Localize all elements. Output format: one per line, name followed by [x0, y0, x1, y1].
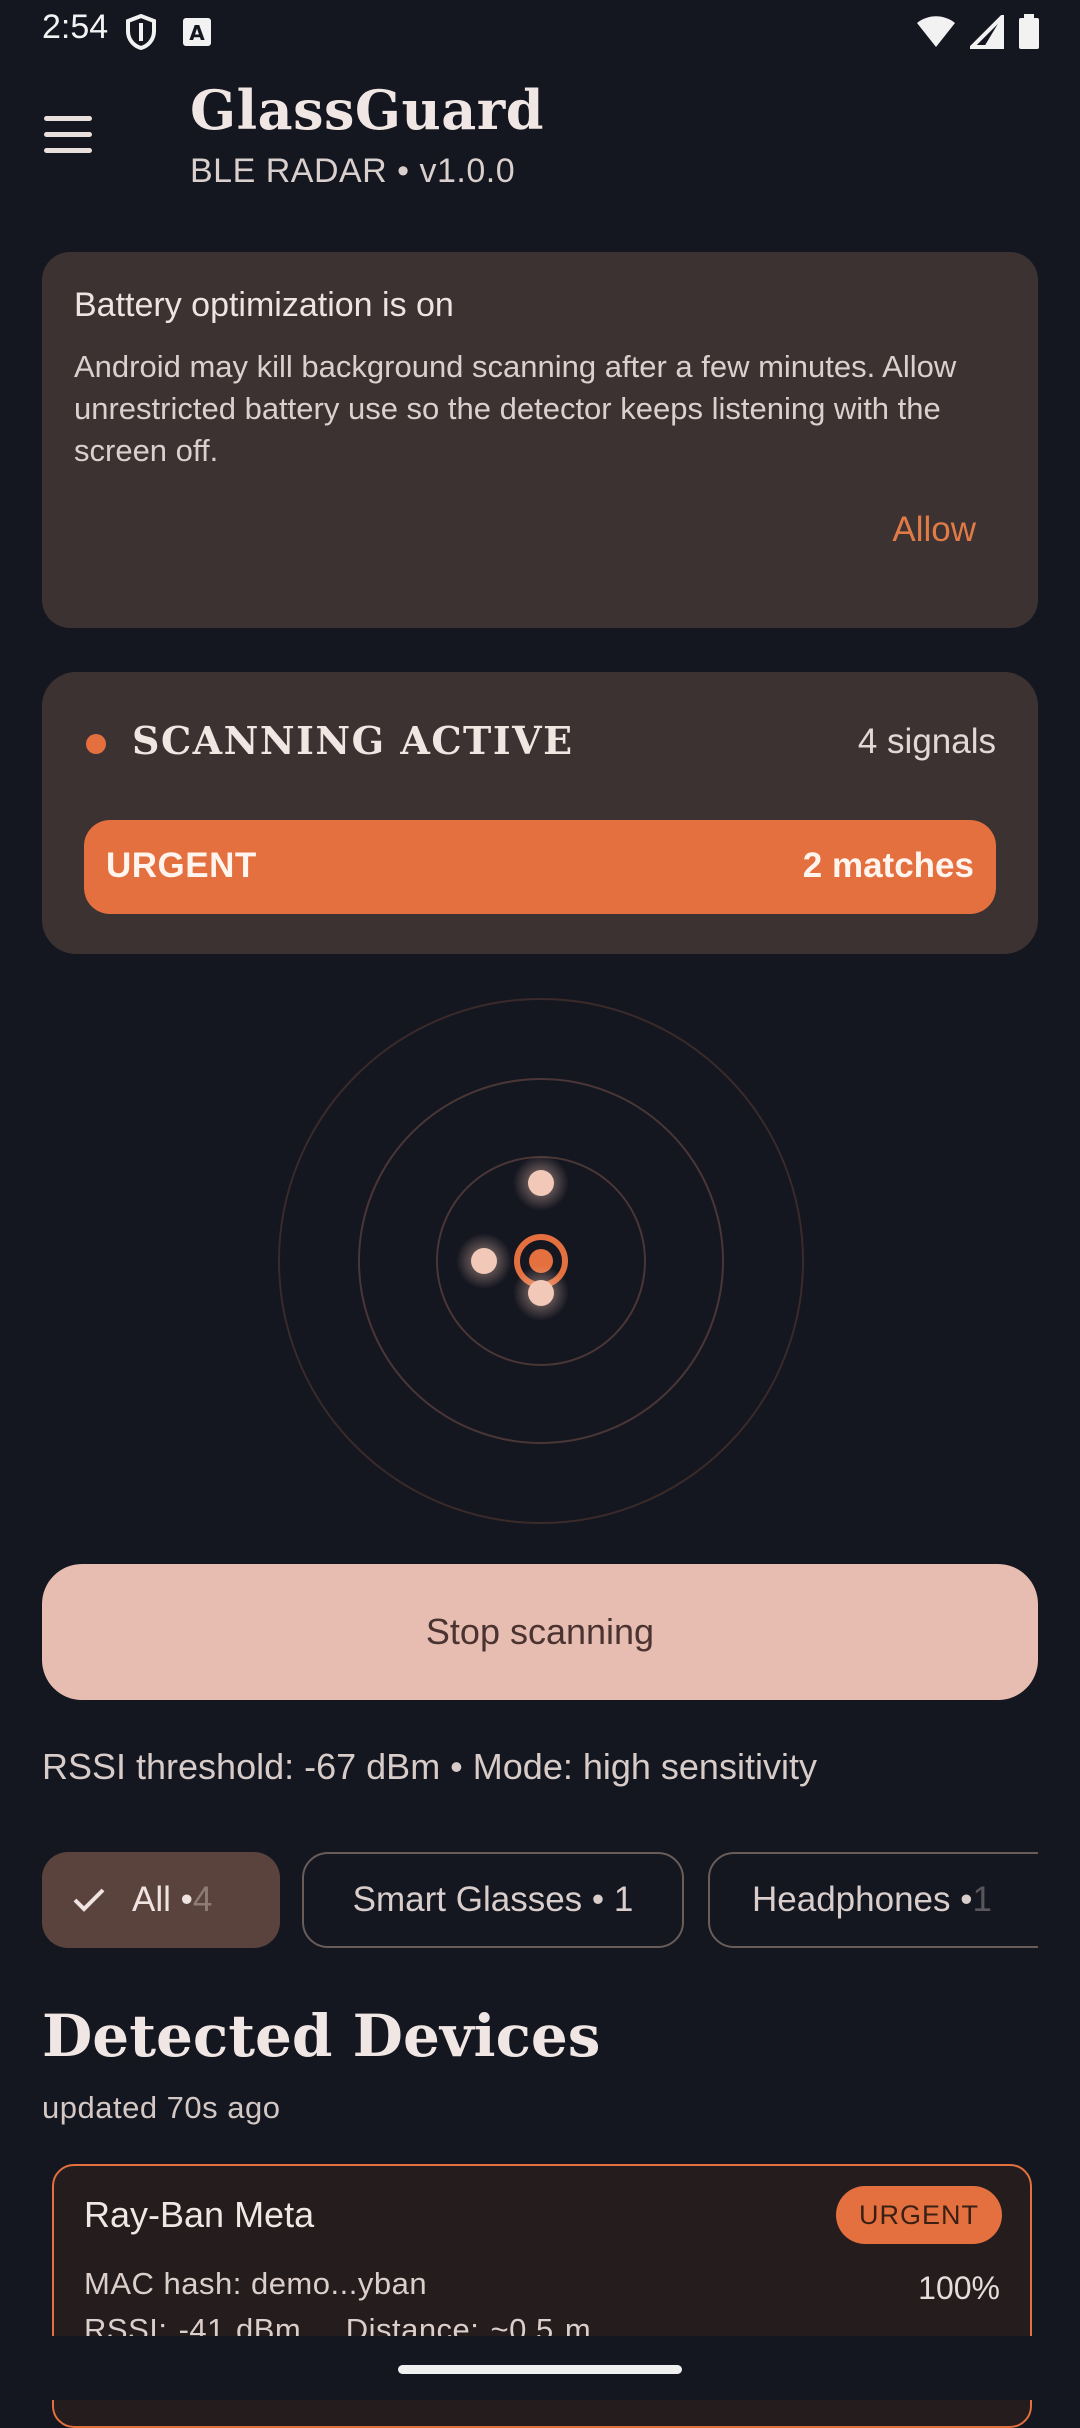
urgent-matches-count: 2 matches: [802, 846, 974, 885]
filter-chip-smart-glasses[interactable]: Smart Glasses • 1: [302, 1852, 684, 1948]
detected-devices-title: Detected Devices: [42, 2002, 601, 2070]
scanning-status-card: SCANNING ACTIVE 4 signals URGENT 2 match…: [42, 672, 1038, 954]
check-icon: [73, 1888, 105, 1912]
filter-chip-all-count: 4: [192, 1880, 213, 1919]
app-title: GlassGuard: [190, 78, 544, 142]
battery-card-body: Android may kill background scanning aft…: [74, 349, 957, 468]
device-urgency-badge: URGENT: [836, 2186, 1002, 2244]
filter-chip-all-label: All •: [132, 1880, 193, 1919]
menu-icon[interactable]: [44, 116, 104, 162]
stop-scanning-button[interactable]: Stop scanning: [42, 1564, 1038, 1700]
device-name: Ray-Ban Meta: [84, 2194, 315, 2235]
keyboard-icon: A: [183, 18, 211, 46]
filter-chip-headphones-count: 1: [972, 1880, 992, 1919]
status-bar: 2:54 A: [0, 0, 1080, 64]
scanning-status-label: SCANNING ACTIVE: [132, 718, 574, 763]
svg-text:A: A: [189, 21, 205, 45]
status-time: 2:54: [42, 8, 109, 46]
filter-chip-all[interactable]: All • 4: [42, 1852, 280, 1948]
radar-blip[interactable]: [528, 1280, 554, 1306]
battery-optimization-card: Battery optimization is on Android may k…: [42, 252, 1038, 628]
battery-card-title: Battery optimization is on: [74, 286, 454, 324]
scanning-indicator-dot: [86, 734, 106, 754]
filter-chips: All • 4 Smart Glasses • 1 Headphones • 1: [42, 1852, 1038, 1952]
shield-icon: [126, 14, 156, 50]
rssi-threshold-info: RSSI threshold: -67 dBm • Mode: high sen…: [42, 1746, 817, 1787]
wifi-icon: [917, 16, 955, 47]
battery-icon: [1019, 14, 1039, 49]
signals-count: 4 signals: [857, 722, 996, 761]
gesture-nav-handle[interactable]: [398, 2365, 682, 2374]
device-confidence: 100%: [918, 2270, 1000, 2306]
radar-blip[interactable]: [528, 1170, 554, 1196]
filter-chip-headphones[interactable]: Headphones • 1: [708, 1852, 1038, 1948]
urgent-banner[interactable]: URGENT 2 matches: [84, 820, 996, 914]
device-mac-hash: MAC hash: demo...yban: [84, 2266, 428, 2301]
app-subtitle: BLE RADAR • v1.0.0: [190, 152, 516, 190]
detected-devices-updated: updated 70s ago: [42, 2090, 281, 2125]
filter-chip-headphones-label: Headphones •: [752, 1880, 973, 1919]
stop-scanning-label: Stop scanning: [425, 1611, 655, 1652]
signal-icon: [970, 15, 1004, 49]
urgent-label: URGENT: [106, 846, 257, 885]
radar-blip[interactable]: [471, 1248, 497, 1274]
allow-button[interactable]: Allow: [892, 510, 976, 550]
filter-chip-smart-glasses-label: Smart Glasses • 1: [352, 1880, 634, 1919]
radar-display: [278, 998, 804, 1524]
